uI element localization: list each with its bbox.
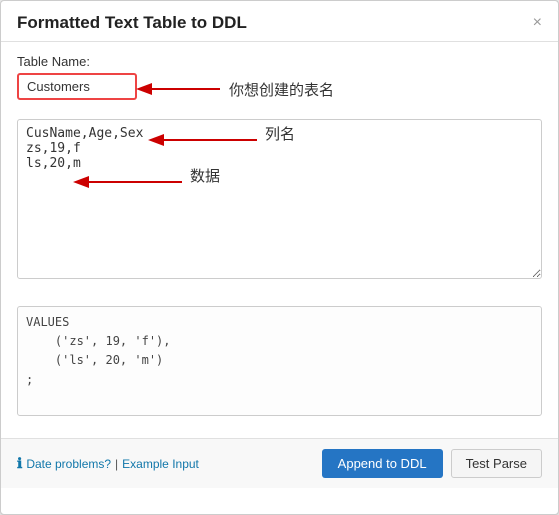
output-content: VALUES ('zs', 19, 'f'), ('ls', 20, 'm') … <box>26 313 533 390</box>
table-name-label: Table Name: <box>17 54 542 69</box>
table-name-input[interactable] <box>17 73 137 100</box>
dialog-body: Table Name: 你想创建的表名 CusName,Age,Sex zs,1… <box>1 42 558 438</box>
arrow-colname <box>147 129 262 151</box>
data-input-wrapper: CusName,Age,Sex zs,19,f ls,20,m 列名 <box>17 119 542 294</box>
dialog-footer: ℹ Date problems? | Example Input Append … <box>1 438 558 488</box>
annotation-data: 数据 <box>190 165 220 186</box>
append-to-ddl-button[interactable]: Append to DDL <box>322 449 443 478</box>
dialog-title: Formatted Text Table to DDL <box>17 13 247 33</box>
date-problems-link[interactable]: Date problems? <box>26 457 111 471</box>
output-box[interactable]: VALUES ('zs', 19, 'f'), ('ls', 20, 'm') … <box>17 306 542 416</box>
test-parse-button[interactable]: Test Parse <box>451 449 542 478</box>
close-button[interactable]: × <box>533 15 542 31</box>
annotation-table-name: 你想创建的表名 <box>229 79 334 100</box>
example-input-link[interactable]: Example Input <box>122 457 199 471</box>
footer-separator: | <box>115 457 118 471</box>
annotation-colname: 列名 <box>265 123 295 144</box>
info-icon: ℹ <box>17 455 22 472</box>
footer-buttons: Append to DDL Test Parse <box>322 449 542 478</box>
dialog-container: Formatted Text Table to DDL × Table Name… <box>0 0 559 515</box>
footer-info: ℹ Date problems? | Example Input <box>17 455 199 472</box>
dialog-header: Formatted Text Table to DDL × <box>1 1 558 42</box>
arrow-data <box>72 171 187 193</box>
table-name-row: 你想创建的表名 <box>17 73 542 109</box>
arrow-tablename <box>135 77 225 101</box>
